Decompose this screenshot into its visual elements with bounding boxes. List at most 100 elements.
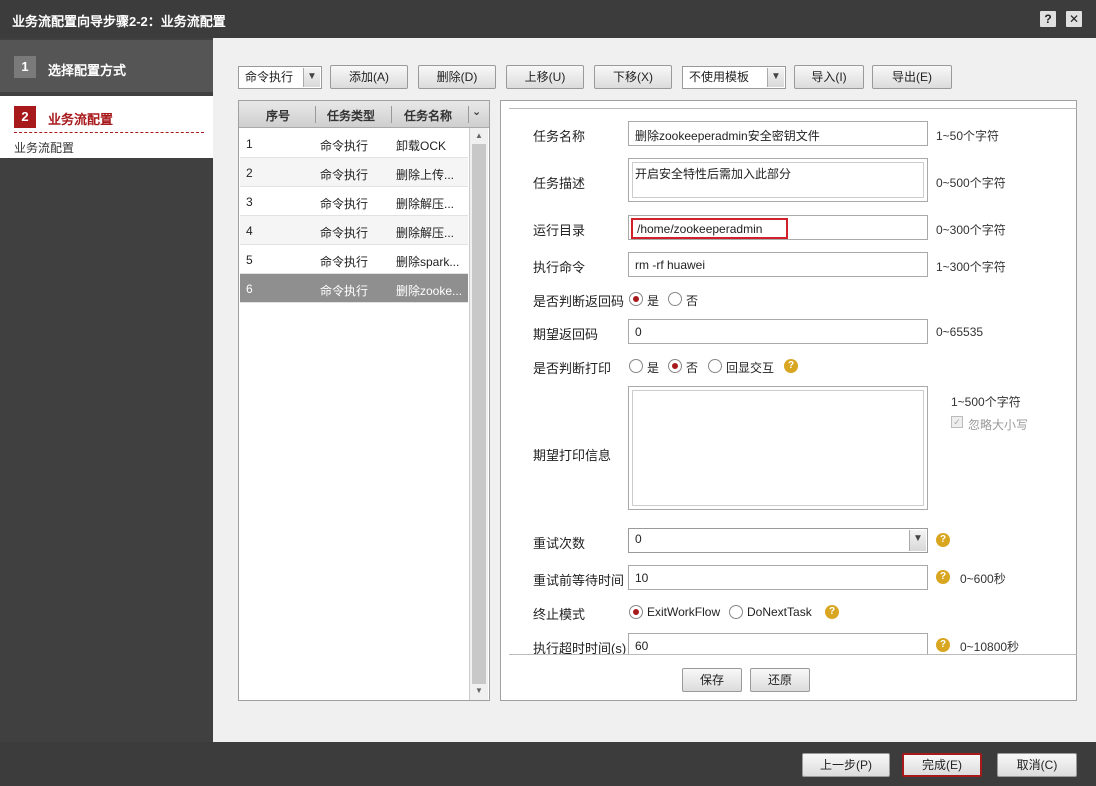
ignore-case-checkbox[interactable]: ✓ xyxy=(951,416,963,428)
check-print-yes-radio[interactable] xyxy=(629,359,643,373)
column-header-type[interactable]: 任务类型 xyxy=(327,107,375,124)
command-label: 执行命令 xyxy=(533,260,586,275)
column-header-no[interactable]: 序号 xyxy=(266,107,290,124)
table-row[interactable]: 3 命令执行 删除解压... xyxy=(240,187,468,216)
row-name: 删除解压... xyxy=(396,226,455,240)
check-print-yes-label: 是 xyxy=(647,361,660,375)
finish-button[interactable]: 完成(E) xyxy=(902,753,982,777)
task-type-value: 命令执行 xyxy=(245,70,294,84)
cancel-button[interactable]: 取消(C) xyxy=(997,753,1077,777)
close-icon[interactable]: ✕ xyxy=(1066,11,1082,27)
check-return-yes-label: 是 xyxy=(647,294,660,308)
delete-button[interactable]: 删除(D) xyxy=(418,65,496,89)
row-no: 2 xyxy=(246,166,253,180)
stop-mode-exit-radio[interactable] xyxy=(629,605,643,619)
check-return-label: 是否判断返回码 xyxy=(533,294,625,309)
task-name-input[interactable]: 删除zookeeperadmin安全密钥文件 xyxy=(628,121,928,146)
wizard-step-2[interactable]: 2 业务流配置 业务流配置 xyxy=(0,96,213,158)
check-return-yes-radio[interactable] xyxy=(629,292,643,306)
task-list-scrollbar[interactable]: ▲ ▼ xyxy=(469,128,488,700)
retry-count-label: 重试次数 xyxy=(533,536,586,551)
expected-code-hint: 0~65535 xyxy=(936,325,984,339)
task-list: 序号 任务类型 任务名称 ⌄ 1 命令执行 卸载OCK 2 命令执行 删除上传.… xyxy=(238,100,490,701)
task-desc-label: 任务描述 xyxy=(533,176,586,191)
window-titlebar: 业务流配置向导步骤2-2：业务流配置 ? ✕ xyxy=(0,0,1096,38)
run-dir-label: 运行目录 xyxy=(533,223,586,238)
move-up-button[interactable]: 上移(U) xyxy=(506,65,584,89)
table-row[interactable]: 2 命令执行 删除上传... xyxy=(240,158,468,187)
stop-mode-next-radio[interactable] xyxy=(729,605,743,619)
row-type: 命令执行 xyxy=(320,168,369,182)
restore-button[interactable]: 还原 xyxy=(750,668,810,692)
wizard-step-1[interactable]: 1 选择配置方式 xyxy=(0,40,213,92)
step-number: 2 xyxy=(14,106,36,128)
row-name: 删除上传... xyxy=(396,168,455,182)
check-return-no-radio[interactable] xyxy=(668,292,682,306)
table-row[interactable]: 1 命令执行 卸载OCK xyxy=(240,129,468,158)
task-desc-input[interactable]: 开启安全特性后需加入此部分 xyxy=(628,158,928,202)
run-dir-input[interactable]: /home/zookeeperadmin xyxy=(628,215,928,240)
step-label: 选择配置方式 xyxy=(48,63,127,78)
chevron-down-icon[interactable]: ▼ xyxy=(909,530,926,551)
check-print-echo-label: 回显交互 xyxy=(726,361,775,375)
table-row[interactable]: 4 命令执行 删除解压... xyxy=(240,216,468,245)
help-icon[interactable]: ? xyxy=(936,638,950,652)
template-select[interactable]: 不使用模板 ▼ xyxy=(682,66,786,89)
row-name: 删除zooke... xyxy=(396,284,463,298)
check-print-echo-radio[interactable] xyxy=(708,359,722,373)
move-down-button[interactable]: 下移(X) xyxy=(594,65,672,89)
scroll-thumb[interactable] xyxy=(472,144,486,684)
help-icon[interactable]: ? xyxy=(936,570,950,584)
help-icon[interactable]: ? xyxy=(784,359,798,373)
add-button[interactable]: 添加(A) xyxy=(330,65,408,89)
row-no: 5 xyxy=(246,253,253,267)
retry-wait-label: 重试前等待时间 xyxy=(533,573,625,588)
window-title: 业务流配置向导步骤2-2：业务流配置 xyxy=(12,14,226,29)
command-hint: 1~300个字符 xyxy=(936,260,1006,274)
check-return-no-label: 否 xyxy=(686,294,699,308)
task-name-label: 任务名称 xyxy=(533,129,586,144)
task-desc-text: 开启安全特性后需加入此部分 xyxy=(632,162,924,198)
scroll-up-icon[interactable]: ▲ xyxy=(470,129,488,143)
command-input[interactable]: rm -rf huawei xyxy=(628,252,928,277)
column-header-name[interactable]: 任务名称 xyxy=(404,107,452,124)
help-icon[interactable]: ? xyxy=(1040,11,1056,27)
help-icon[interactable]: ? xyxy=(825,605,839,619)
row-no: 3 xyxy=(246,195,253,209)
task-config-form: 任务名称 删除zookeeperadmin安全密钥文件 1~50个字符 任务描述… xyxy=(500,100,1077,701)
row-no: 1 xyxy=(246,137,253,151)
table-row[interactable]: 5 命令执行 删除spark... xyxy=(240,245,468,274)
chevron-down-icon[interactable]: ▼ xyxy=(767,68,784,87)
scroll-down-icon[interactable]: ▼ xyxy=(470,684,488,698)
retry-wait-input[interactable]: 10 xyxy=(628,565,928,590)
timeout-input[interactable]: 60 xyxy=(628,633,928,654)
table-row-selected[interactable]: 6 命令执行 删除zooke... xyxy=(240,274,468,303)
save-button[interactable]: 保存 xyxy=(682,668,742,692)
help-icon[interactable]: ? xyxy=(936,533,950,547)
expected-print-text xyxy=(632,390,924,506)
import-button[interactable]: 导入(I) xyxy=(794,65,864,89)
run-dir-hint: 0~300个字符 xyxy=(936,223,1006,237)
timeout-hint: 0~10800秒 xyxy=(960,640,1020,654)
expected-code-input[interactable]: 0 xyxy=(628,319,928,344)
check-print-no-label: 否 xyxy=(686,361,699,375)
chevron-down-icon[interactable]: ▼ xyxy=(303,68,320,87)
export-button[interactable]: 导出(E) xyxy=(872,65,952,89)
check-print-no-radio[interactable] xyxy=(668,359,682,373)
timeout-label: 执行超时时间(s) xyxy=(533,641,627,654)
column-menu-icon[interactable]: ⌄ xyxy=(472,105,481,118)
expected-code-label: 期望返回码 xyxy=(533,327,599,342)
task-type-select[interactable]: 命令执行 ▼ xyxy=(238,66,322,89)
row-type: 命令执行 xyxy=(320,284,369,298)
template-value: 不使用模板 xyxy=(689,70,750,84)
previous-button[interactable]: 上一步(P) xyxy=(802,753,890,777)
row-type: 命令执行 xyxy=(320,197,369,211)
divider xyxy=(509,654,1077,655)
step-label: 业务流配置 xyxy=(48,112,114,127)
expected-print-label: 期望打印信息 xyxy=(533,448,612,463)
ignore-case-label: 忽略大小写 xyxy=(968,418,1029,432)
expected-print-hint: 1~500个字符 xyxy=(951,395,1021,409)
retry-count-select[interactable]: 0 ▼ xyxy=(628,528,928,553)
step-sub-item[interactable]: 业务流配置 xyxy=(14,139,74,156)
expected-print-input[interactable] xyxy=(628,386,928,510)
